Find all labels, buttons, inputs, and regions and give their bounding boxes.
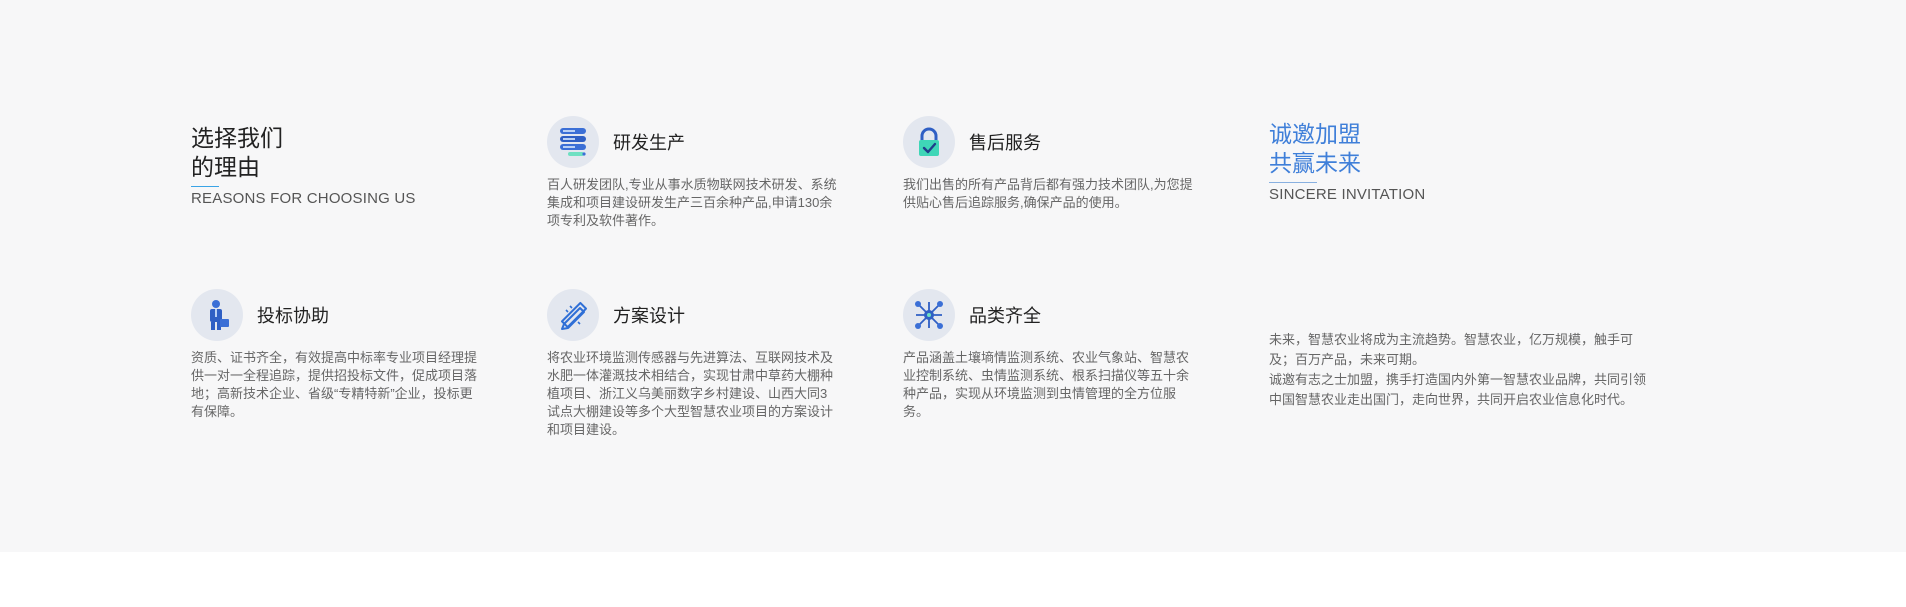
pencil-ruler-icon xyxy=(547,289,599,341)
reasons-section: 选择我们 的理由 REASONS FOR CHOOSING US 诚邀加盟 共赢… xyxy=(0,0,1906,552)
card-description: 我们出售的所有产品背后都有强力技术团队,为您提供贴心售后追踪服务,确保产品的使用… xyxy=(903,177,1193,210)
heading-divider xyxy=(1269,182,1317,183)
card-description: 资质、证书齐全，有效提高中标率专业项目经理提供一对一全程追踪，提供招投标文件，促… xyxy=(191,350,478,419)
feature-card-categories: 品类齐全 产品涵盖土壤墒情监测系统、农业气象站、智慧农业控制系统、虫情监测系统、… xyxy=(903,289,1193,421)
card-description: 产品涵盖土壤墒情监测系统、农业气象站、智慧农业控制系统、虫情监测系统、根系扫描仪… xyxy=(903,350,1190,419)
card-description: 百人研发团队,专业从事水质物联网技术研发、系统集成和项目建设研发生产三百余种产品… xyxy=(547,177,837,228)
reasons-subtitle: REASONS FOR CHOOSING US xyxy=(191,190,416,207)
server-icon xyxy=(547,116,599,168)
card-title: 售后服务 xyxy=(969,133,1041,153)
feature-card-rnd: 研发生产 百人研发团队,专业从事水质物联网技术研发、系统集成和项目建设研发生产三… xyxy=(547,116,837,230)
reasons-title-line2: 的理由 xyxy=(191,154,260,180)
invitation-heading: 诚邀加盟 共赢未来 SINCERE INVITATION xyxy=(1269,120,1425,203)
invitation-text: 未来，智慧农业将成为主流趋势。智慧农业，亿万规模，触手可及；百万产品，未来可期。… xyxy=(1269,330,1649,410)
invitation-paragraph-1: 未来，智慧农业将成为主流趋势。智慧农业，亿万规模，触手可及；百万产品，未来可期。 xyxy=(1269,332,1634,367)
reasons-heading: 选择我们 的理由 REASONS FOR CHOOSING US xyxy=(191,124,416,207)
card-description: 将农业环境监测传感器与先进算法、互联网技术及水肥一体灌溉技术相结合，实现甘肃中草… xyxy=(547,350,834,437)
heading-divider xyxy=(191,186,219,187)
card-title: 研发生产 xyxy=(613,133,685,153)
card-title: 品类齐全 xyxy=(969,306,1041,326)
feature-card-design: 方案设计 将农业环境监测传感器与先进算法、互联网技术及水肥一体灌溉技术相结合，实… xyxy=(547,289,837,439)
businessman-icon xyxy=(191,289,243,341)
card-title: 投标协助 xyxy=(257,306,329,326)
network-icon xyxy=(903,289,955,341)
invitation-subtitle: SINCERE INVITATION xyxy=(1269,186,1426,203)
reasons-title-line1: 选择我们 xyxy=(191,125,283,151)
feature-card-bidding: 投标协助 资质、证书齐全，有效提高中标率专业项目经理提供一对一全程追踪，提供招投… xyxy=(191,289,481,421)
lock-icon xyxy=(903,116,955,168)
invitation-title-line1: 诚邀加盟 xyxy=(1269,121,1361,147)
invitation-title-line2: 共赢未来 xyxy=(1269,150,1361,176)
card-title: 方案设计 xyxy=(613,306,685,326)
invitation-paragraph-2: 诚邀有志之士加盟，携手打造国内外第一智慧农业品牌，共同引领中国智慧农业走出国门，… xyxy=(1269,372,1647,407)
feature-card-after-sales: 售后服务 我们出售的所有产品背后都有强力技术团队,为您提供贴心售后追踪服务,确保… xyxy=(903,116,1193,212)
